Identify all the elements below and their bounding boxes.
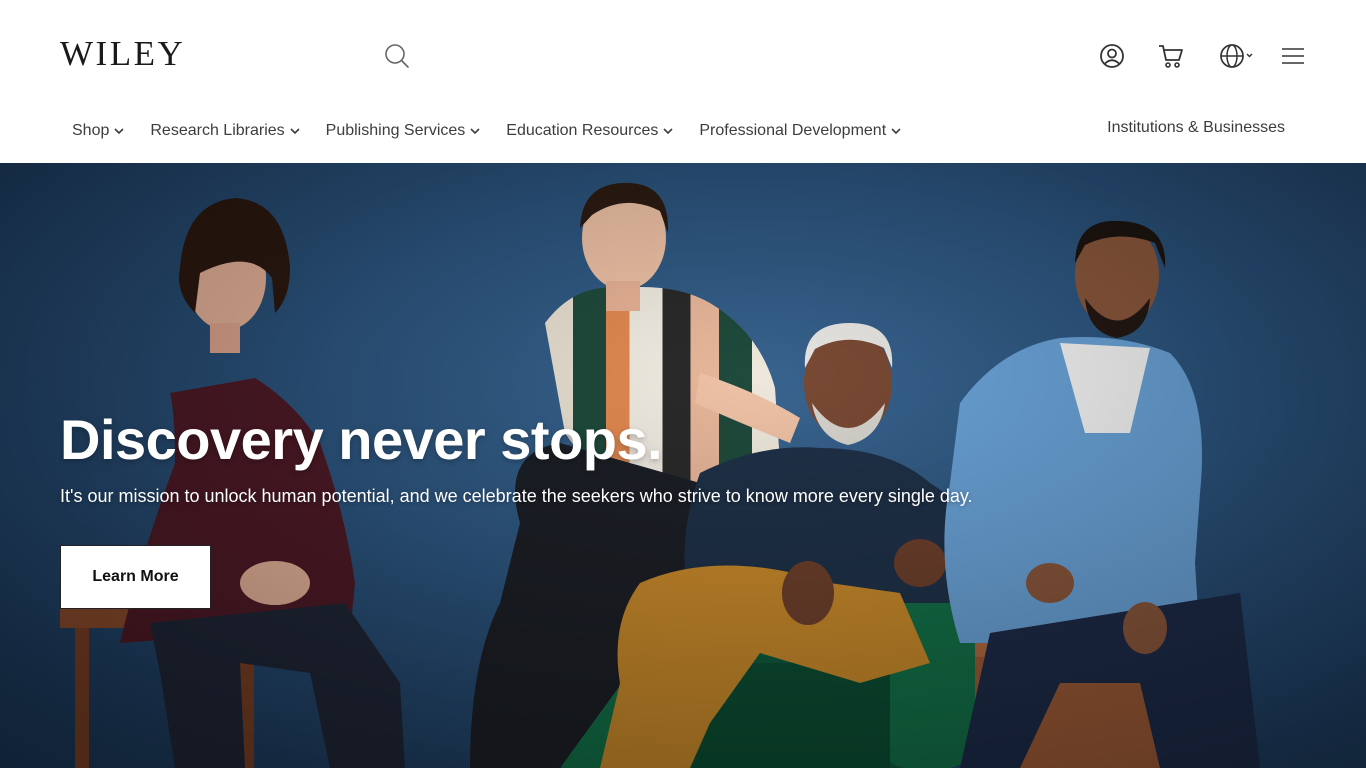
nav-item-label: Professional Development [699,122,887,139]
nav-item-label: Education Resources [506,122,659,139]
site-header: WILEY Shop Research Libraries Publishing… [0,0,1366,163]
learn-more-button[interactable]: Learn More [60,545,211,609]
language-button[interactable] [1218,42,1256,70]
nav-item-research-libraries[interactable]: Research Libraries [150,122,300,140]
hamburger-menu-icon [1282,48,1304,64]
nav-item-education-resources[interactable]: Education Resources [506,122,674,140]
nav-item-label: Publishing Services [325,122,466,139]
cart-button[interactable] [1157,42,1185,70]
institutions-businesses-link[interactable]: Institutions & Businesses [1107,119,1285,137]
nav-item-shop[interactable]: Shop [72,122,125,140]
globe-icon [1220,44,1253,68]
chevron-down-icon [290,128,300,135]
hero-title: Discovery never stops. [60,408,663,471]
wiley-logo[interactable]: WILEY [60,34,185,74]
hero-banner: Discovery never stops. It's our mission … [0,163,1366,768]
chevron-down-icon [470,128,480,135]
nav-item-label: Shop [72,122,110,139]
search-icon [385,44,409,68]
search-button[interactable] [383,42,411,70]
chevron-down-icon [891,128,901,135]
nav-item-publishing-services[interactable]: Publishing Services [326,122,482,140]
user-circle-icon [1100,44,1124,68]
chevron-down-icon [114,128,124,135]
chevron-down-icon [663,128,673,135]
nav-item-professional-development[interactable]: Professional Development [699,122,902,140]
menu-button[interactable] [1279,42,1307,70]
account-button[interactable] [1098,42,1126,70]
shopping-cart-icon [1159,45,1183,68]
nav-item-label: Research Libraries [150,122,285,139]
hero-subtitle: It's our mission to unlock human potenti… [60,486,973,506]
primary-nav: Shop Research Libraries Publishing Servi… [72,118,927,144]
